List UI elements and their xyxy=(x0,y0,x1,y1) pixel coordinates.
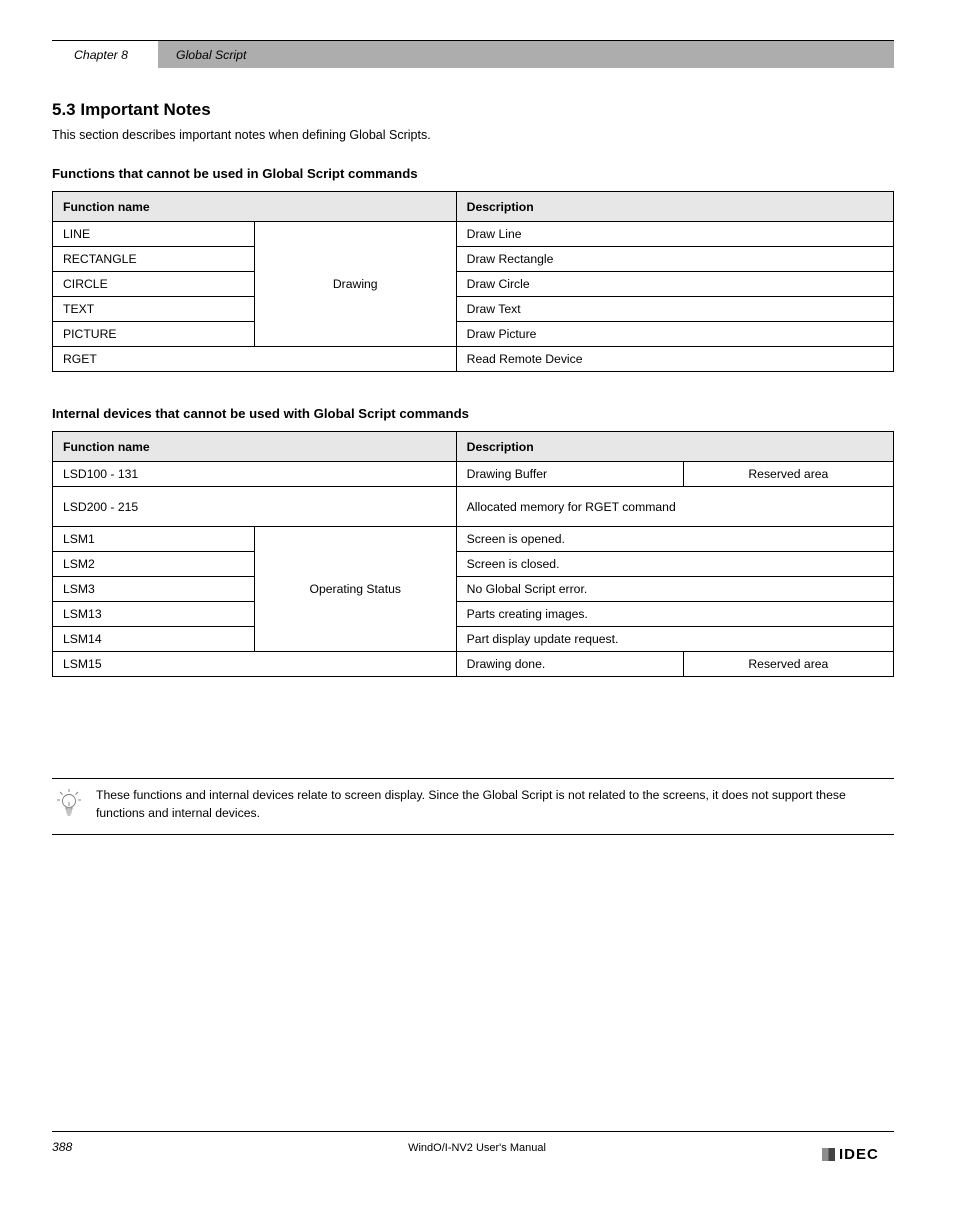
section-lead: This section describes important notes w… xyxy=(52,126,894,144)
table-cell: Draw Text xyxy=(456,297,893,322)
subheading-2: Internal devices that cannot be used wit… xyxy=(52,406,894,421)
table-cell: CIRCLE xyxy=(53,272,255,297)
tip-note: These functions and internal devices rel… xyxy=(52,778,894,835)
table-cell: Drawing done. xyxy=(456,652,683,677)
table-cell: LSD200 - 215 xyxy=(53,487,457,527)
table-cell: Part display update request. xyxy=(456,627,893,652)
logo-text: IDEC xyxy=(839,1146,879,1163)
table-cell: LSM1 xyxy=(53,527,255,552)
table-cell: RGET xyxy=(53,347,457,372)
subheading-1: Functions that cannot be used in Global … xyxy=(52,166,894,181)
table-cell: Parts creating images. xyxy=(456,602,893,627)
table-cell: Screen is closed. xyxy=(456,552,893,577)
table-cell: Operating Status xyxy=(254,527,456,652)
table-cell: Draw Circle xyxy=(456,272,893,297)
table-cell: Drawing Buffer xyxy=(456,462,683,487)
table-cell: Allocated memory for RGET command xyxy=(456,487,893,527)
table-cell: Reserved area xyxy=(683,652,893,677)
table-cell: LSM14 xyxy=(53,627,255,652)
table-cell: PICTURE xyxy=(53,322,255,347)
chapter-title: Global Script xyxy=(176,48,246,62)
table-cell: LSM2 xyxy=(53,552,255,577)
idec-logo: IDEC xyxy=(822,1144,894,1164)
table2-header-func: Function name xyxy=(53,432,457,462)
chapter-number: Chapter 8 xyxy=(74,48,128,62)
table-cell: LSM15 xyxy=(53,652,457,677)
table-cell: Read Remote Device xyxy=(456,347,893,372)
table-cell: Reserved area xyxy=(683,462,893,487)
table-cell: Draw Line xyxy=(456,222,893,247)
table-cell: TEXT xyxy=(53,297,255,322)
table-cell: Draw Picture xyxy=(456,322,893,347)
footer-rule xyxy=(52,1131,894,1132)
unusable-devices-table: Function name Description LSD100 - 131 D… xyxy=(52,431,894,677)
table-cell: LINE xyxy=(53,222,255,247)
table-cell: Screen is opened. xyxy=(456,527,893,552)
header-top-rule xyxy=(158,40,894,41)
table1-header-func: Function name xyxy=(53,192,457,222)
section-title: 5.3 Important Notes xyxy=(52,100,894,120)
note-text: These functions and internal devices rel… xyxy=(96,787,894,822)
table2-header-desc: Description xyxy=(456,432,893,462)
table1-header-desc: Description xyxy=(456,192,893,222)
table-cell: No Global Script error. xyxy=(456,577,893,602)
table-cell: Draw Rectangle xyxy=(456,247,893,272)
table-cell: RECTANGLE xyxy=(53,247,255,272)
table-cell: LSM3 xyxy=(53,577,255,602)
table-cell: LSM13 xyxy=(53,602,255,627)
logo-square-icon xyxy=(822,1148,835,1161)
table-cell: Drawing xyxy=(254,222,456,347)
lightbulb-icon xyxy=(56,789,84,824)
footer-doc-title: WindO/I-NV2 User's Manual xyxy=(0,1142,954,1154)
unusable-functions-table: Function name Description LINE Drawing D… xyxy=(52,191,894,372)
table-cell: LSD100 - 131 xyxy=(53,462,457,487)
